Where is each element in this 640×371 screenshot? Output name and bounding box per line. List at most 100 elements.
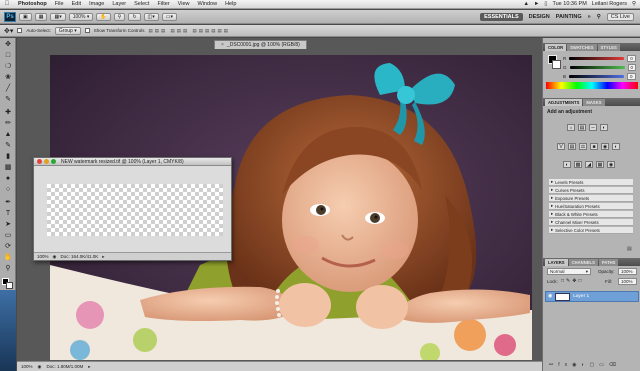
arrange-documents-button[interactable]: ◫▾ [143,12,159,21]
status-menu-icon[interactable]: ▸ [88,364,90,370]
move-tool-icon[interactable]: ✥ [2,40,14,50]
watermark-transparent-canvas[interactable] [47,184,223,236]
opacity-input[interactable]: 100% [618,268,637,275]
preset-selective-color[interactable]: ▸ Selective Color Presets [549,227,633,234]
menu-filter[interactable]: Filter [153,1,173,7]
watermark-zoom[interactable]: 100% [37,254,49,259]
info-icon[interactable]: ◉ [53,254,57,260]
marquee-tool-icon[interactable]: □ [2,51,14,61]
menu-help[interactable]: Help [221,1,240,7]
color-r-slider[interactable] [569,56,625,60]
menu-window[interactable]: Window [194,1,222,7]
color-g-value[interactable]: 0 [627,63,637,71]
tab-layers[interactable]: LAYERS [545,259,568,266]
healing-brush-tool-icon[interactable]: ✚ [2,108,14,118]
crop-tool-icon[interactable]: ╱ [2,84,14,94]
layer-row[interactable]: ◉ Layer 1 [545,291,639,302]
eye-icon[interactable]: ◉ [548,294,552,299]
screen-mode-button[interactable]: ▭▾ [161,12,177,21]
clone-stamp-tool-icon[interactable]: ▲ [2,130,14,140]
document-zoom[interactable]: 100% [21,364,33,369]
hand-tool-icon[interactable]: ✋ [2,253,14,263]
menu-edit[interactable]: Edit [68,1,85,7]
background-color-chip[interactable] [552,60,561,69]
search-icon[interactable]: ⚲ [597,14,601,20]
tab-swatches[interactable]: SWATCHES [567,44,597,51]
preset-channel-mixer[interactable]: ▸ Channel Mixer Presets [549,219,633,226]
color-b-value[interactable]: 0 [627,72,636,80]
gradient-map-icon[interactable]: ▦ [596,161,604,168]
exposure-icon[interactable]: ◐ [600,124,608,131]
preset-exposure[interactable]: ▸ Exposure Presets [549,195,633,202]
move-tool-icon[interactable]: ✥▾ [4,27,13,35]
type-tool-icon[interactable]: T [2,209,14,219]
vibrance-icon[interactable]: V [557,143,565,150]
show-transform-checkbox[interactable] [84,28,90,33]
minimize-window-button[interactable] [44,159,49,164]
posterize-icon[interactable]: ▩ [574,161,582,168]
preset-black-white[interactable]: ▸ Black & White Presets [549,211,633,218]
preset-curves[interactable]: ▸ Curves Presets [549,187,633,194]
menu-file[interactable]: File [51,1,68,7]
workspace-essentials[interactable]: ESSENTIALS [480,12,523,21]
menu-select[interactable]: Select [130,1,153,7]
tab-masks[interactable]: MASKS [583,99,605,106]
color-g-slider[interactable] [569,65,625,69]
wifi-icon[interactable]: ▲ [524,1,529,7]
tab-paths[interactable]: PATHS [598,259,619,266]
color-balance-icon[interactable]: ⚖ [579,143,587,150]
lasso-tool-icon[interactable]: ❍ [2,62,14,72]
eyedropper-tool-icon[interactable]: ✎ [2,95,14,105]
hand-tool-button[interactable]: ✋ [96,12,111,21]
menubar-user[interactable]: Leilani Rogers [592,1,627,7]
menu-image[interactable]: Image [85,1,108,7]
dodge-tool-icon[interactable]: ○ [2,185,14,195]
spotlight-icon[interactable]: ⚲ [632,1,636,7]
preset-levels[interactable]: ▸ Levels Presets [549,179,633,186]
status-arrow-icon[interactable]: ▸ [102,254,104,260]
fill-input[interactable]: 100% [618,278,637,285]
close-window-button[interactable] [37,159,42,164]
layer-actions[interactable]: ⚯fx◉◐▢▭⌫ [549,362,621,368]
path-select-tool-icon[interactable]: ➤ [2,220,14,230]
tab-styles[interactable]: STYLES [597,44,620,51]
black-white-icon[interactable]: ■ [590,143,598,150]
zoom-level-dropdown[interactable]: 100% ▾ [68,12,94,21]
color-b-slider[interactable] [569,74,625,78]
invert-icon[interactable]: ◐ [563,161,571,168]
panel-options-icon[interactable]: ▤ [627,246,632,252]
zoom-window-button[interactable] [51,159,56,164]
quick-select-tool-icon[interactable]: ❀ [2,73,14,83]
curves-icon[interactable]: ∽ [589,124,597,131]
watermark-window-titlebar[interactable]: NEW watermark resized.tif @ 100% (Layer … [34,158,231,166]
status-info-icon[interactable]: ◉ [38,364,42,370]
battery-icon[interactable]: ▯ [544,1,547,7]
workspace-more[interactable]: » [588,14,591,20]
workspace-design[interactable]: DESIGN [529,14,550,20]
workspace-painting[interactable]: PAINTING [556,14,582,20]
tab-adjustments[interactable]: ADJUSTMENTS [545,99,583,106]
tab-channels[interactable]: CHANNELS [568,259,598,266]
menu-layer[interactable]: Layer [108,1,130,7]
rotate-view-button[interactable]: ↻ [128,12,141,21]
photo-filter-icon[interactable]: ◉ [601,143,609,150]
eraser-tool-icon[interactable]: ▮ [2,152,14,162]
menu-view[interactable]: View [174,1,194,7]
blur-tool-icon[interactable]: ● [2,174,14,184]
blend-mode-dropdown[interactable]: Normal ▾ [547,268,591,275]
hue-saturation-icon[interactable]: ▤ [568,143,576,150]
history-brush-tool-icon[interactable]: ✎ [2,141,14,151]
gradient-tool-icon[interactable]: ▩ [2,163,14,173]
align-buttons[interactable]: ▤▤▤ ▤▤▤ ▤▤▤▤▤▤ [149,28,231,34]
shape-tool-icon[interactable]: ▭ [2,231,14,241]
3d-rotate-tool-icon[interactable]: ⟳ [2,242,14,252]
levels-icon[interactable]: ▤ [578,124,586,131]
extras-dropdown[interactable]: ▦▾ [50,12,66,21]
lock-icons[interactable]: □✎✥□ [561,278,583,284]
zoom-tool-icon[interactable]: ⚲ [2,264,14,274]
watermark-document-window[interactable]: NEW watermark resized.tif @ 100% (Layer … [33,157,232,261]
selective-color-icon[interactable]: ◉ [607,161,615,168]
volume-icon[interactable]: ► [534,1,539,7]
threshold-icon[interactable]: ◢ [585,161,593,168]
auto-select-dropdown[interactable]: Group ▾ [54,26,81,35]
